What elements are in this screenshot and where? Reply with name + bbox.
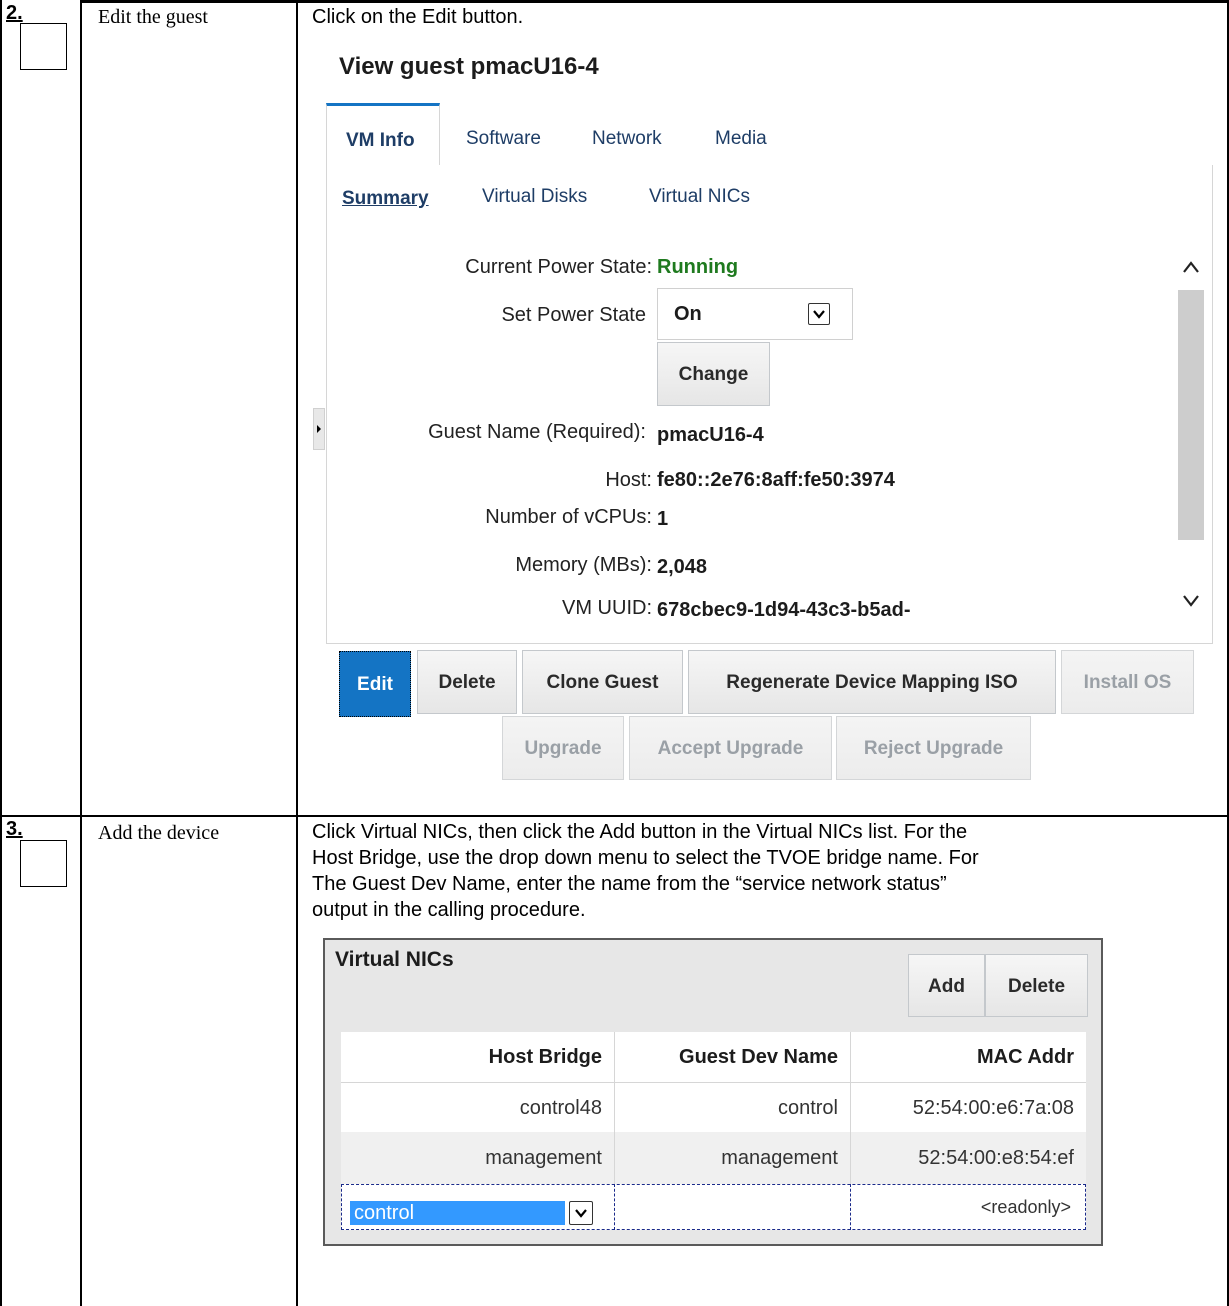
instruction-line: output in the calling procedure. — [312, 899, 586, 921]
upgrade-button[interactable]: Upgrade — [502, 716, 624, 780]
row-divider — [0, 815, 1229, 817]
instruction-line: Host Bridge, use the drop down menu to s… — [312, 847, 979, 869]
reject-upgrade-button[interactable]: Reject Upgrade — [836, 716, 1031, 780]
delete-button[interactable]: Delete — [417, 650, 517, 714]
tab-bar — [326, 103, 1211, 166]
delete-button[interactable]: Delete — [985, 954, 1088, 1017]
step-checkbox[interactable] — [20, 23, 67, 70]
current-power-state-value: Running — [657, 256, 739, 278]
table-cell[interactable]: management — [615, 1132, 851, 1184]
memory-value: 2,048 — [657, 556, 708, 578]
chevron-down-icon — [808, 303, 830, 325]
mac-readonly: <readonly> — [980, 1197, 1071, 1217]
uuid-label: VM UUID: — [562, 597, 652, 619]
add-button[interactable]: Add — [908, 954, 985, 1017]
edit-button[interactable]: Edit — [339, 651, 411, 717]
uuid-value: 678cbec9-1d94-43c3-b5ad- — [657, 599, 911, 621]
step-checkbox[interactable] — [20, 840, 67, 887]
vcpus-value: 1 — [657, 508, 669, 530]
scrollbar-thumb[interactable] — [1178, 290, 1204, 540]
table-outer-left — [0, 0, 2, 1306]
guest-name-value: pmacU16-4 — [657, 424, 764, 446]
subtab-virtual-nics[interactable]: Virtual NICs — [649, 186, 750, 208]
subtab-bar — [326, 165, 1213, 220]
table-top-border — [80, 0, 1229, 3]
uuid-overflow-fragment: ------------- — [657, 636, 1017, 643]
host-bridge-select-value: control — [350, 1201, 565, 1225]
step-title: Edit the guest — [98, 6, 208, 28]
subtab-summary[interactable]: Summary — [342, 188, 429, 210]
instruction-line: The Guest Dev Name, enter the name from … — [312, 873, 947, 895]
step-number: 3. — [6, 818, 23, 840]
subtab-virtual-disks[interactable]: Virtual Disks — [482, 186, 587, 208]
memory-label: Memory (MBs): — [515, 554, 652, 576]
host-value: fe80::2e76:8aff:fe50:3974 — [657, 469, 895, 491]
guest-view-title: View guest pmacU16-4 — [339, 53, 599, 80]
power-state-select-value: On — [674, 303, 702, 325]
guest-name-label: Guest Name (Required): — [428, 421, 646, 443]
install-os-button[interactable]: Install OS — [1061, 650, 1194, 714]
accept-upgrade-button[interactable]: Accept Upgrade — [629, 716, 832, 780]
table-cell[interactable]: control — [615, 1082, 851, 1132]
table-cell[interactable]: 52:54:00:e8:54:ef — [851, 1132, 1086, 1184]
chevron-down-icon — [569, 1201, 593, 1225]
current-power-state-label: Current Power State: — [465, 256, 652, 278]
table-cell[interactable]: 52:54:00:e6:7a:08 — [851, 1082, 1086, 1132]
new-row-divider — [614, 1184, 615, 1230]
table-left-border — [80, 0, 82, 1306]
tab-software[interactable]: Software — [466, 128, 541, 150]
column-header-mac-addr[interactable]: MAC Addr — [851, 1032, 1086, 1082]
tab-media[interactable]: Media — [715, 128, 767, 150]
tab-vm-info[interactable]: VM Info — [346, 130, 415, 152]
set-power-state-label: Set Power State — [501, 304, 646, 326]
scroll-down-icon[interactable] — [1178, 584, 1204, 620]
clone-guest-button[interactable]: Clone Guest — [522, 650, 683, 714]
regenerate-iso-button[interactable]: Regenerate Device Mapping ISO — [688, 650, 1056, 714]
tab-network[interactable]: Network — [592, 128, 662, 150]
step-instruction: Click on the Edit button. — [312, 6, 524, 28]
column-header-guest-dev-name[interactable]: Guest Dev Name — [615, 1032, 851, 1082]
scroll-up-icon[interactable] — [1178, 248, 1204, 284]
power-state-select[interactable]: On — [657, 288, 853, 340]
collapse-handle[interactable] — [313, 408, 325, 450]
column-header-host-bridge[interactable]: Host Bridge — [341, 1032, 615, 1082]
step-title: Add the device — [98, 822, 220, 844]
step-number: 2. — [6, 2, 23, 24]
table-cell[interactable]: control48 — [341, 1082, 615, 1132]
host-label: Host: — [605, 469, 652, 491]
change-button[interactable]: Change — [657, 342, 770, 406]
table-cell[interactable]: management — [341, 1132, 615, 1184]
instruction-line: Click Virtual NICs, then click the Add b… — [312, 821, 968, 843]
vcpus-label: Number of vCPUs: — [485, 506, 652, 528]
col-divider-1 — [296, 0, 298, 1306]
virtual-nics-title: Virtual NICs — [335, 948, 454, 971]
host-bridge-select[interactable]: control — [350, 1201, 602, 1225]
